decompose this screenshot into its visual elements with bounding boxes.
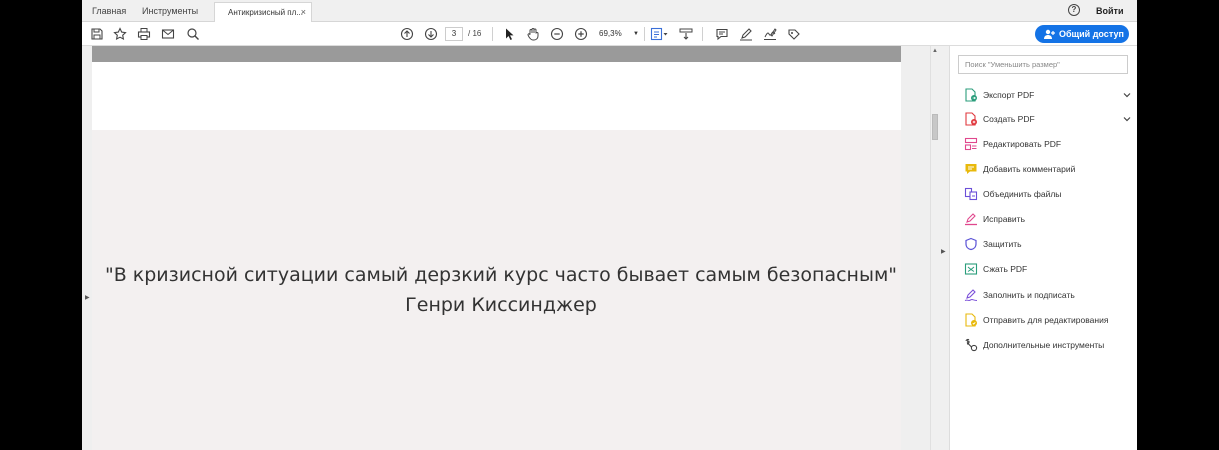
create-pdf-icon <box>964 112 978 126</box>
redact-icon <box>964 212 978 226</box>
tool-export-pdf[interactable]: Экспорт PDF <box>964 87 1132 103</box>
previous-page-icon[interactable] <box>400 27 414 41</box>
comment-icon[interactable] <box>715 27 729 41</box>
vertical-scrollbar[interactable]: ▲ <box>930 46 939 450</box>
fit-page-icon[interactable] <box>650 27 668 41</box>
select-cursor-icon[interactable] <box>502 27 516 41</box>
tab-bar: Главная Инструменты Антикризисный пл... … <box>82 0 1137 23</box>
page-header-band <box>92 46 901 62</box>
document-view[interactable]: ▶ "В кризисной ситуации самый дерзкий ку… <box>82 46 930 450</box>
chevron-down-icon: ▼ <box>633 31 639 37</box>
toolbar-divider <box>644 27 645 41</box>
pdf-page <box>92 46 901 450</box>
page-white-band <box>92 62 901 130</box>
share-label: Общий доступ <box>1059 29 1124 39</box>
tab-tools[interactable]: Инструменты <box>142 0 198 22</box>
tool-label: Объединить файлы <box>983 189 1062 199</box>
tool-label: Добавить комментарий <box>983 164 1076 174</box>
share-button[interactable]: Общий доступ <box>1035 25 1129 43</box>
search-icon[interactable] <box>186 27 200 41</box>
tool-label: Дополнительные инструменты <box>983 340 1105 350</box>
stamp-icon[interactable] <box>787 27 801 41</box>
send-review-icon <box>964 313 978 327</box>
tool-label: Экспорт PDF <box>983 90 1035 100</box>
toolbar-divider <box>492 27 493 41</box>
star-icon[interactable] <box>113 27 127 41</box>
tab-home[interactable]: Главная <box>92 0 126 22</box>
tool-edit-pdf[interactable]: Редактировать PDF <box>964 136 1132 152</box>
chevron-down-icon[interactable] <box>1122 114 1132 124</box>
tool-label: Сжать PDF <box>983 264 1028 274</box>
tool-label: Создать PDF <box>983 114 1035 124</box>
acrobat-window: Главная Инструменты Антикризисный пл... … <box>82 0 1137 450</box>
tool-combine-files[interactable]: Объединить файлы <box>964 186 1132 202</box>
sign-icon[interactable] <box>763 27 777 41</box>
tool-label: Исправить <box>983 214 1026 224</box>
more-tools-icon <box>964 338 978 352</box>
zoom-select[interactable]: 69,3% ▼ <box>599 27 639 41</box>
export-pdf-icon <box>964 88 978 102</box>
zoom-in-icon[interactable] <box>574 27 588 41</box>
tool-more-tools[interactable]: Дополнительные инструменты <box>964 337 1132 353</box>
protect-icon <box>964 237 978 251</box>
tools-search-input[interactable]: Поиск "Уменьшить размер" <box>958 55 1128 74</box>
page-number-input[interactable]: 3 <box>445 27 463 41</box>
next-page-icon[interactable] <box>424 27 438 41</box>
toolbar: 3 / 16 69,3% ▼ Общий доступ <box>82 22 1137 46</box>
fill-sign-icon <box>964 288 978 302</box>
print-icon[interactable] <box>137 27 151 41</box>
login-button[interactable]: Войти <box>1096 0 1123 22</box>
tool-redact[interactable]: Исправить <box>964 211 1132 227</box>
tab-document[interactable]: Антикризисный пл... × <box>214 2 312 23</box>
quote-text: "В кризисной ситуации самый дерзкий курс… <box>104 264 898 286</box>
document-tab-label: Антикризисный пл... <box>228 8 303 17</box>
scrollbar-thumb[interactable] <box>932 114 938 140</box>
tool-create-pdf[interactable]: Создать PDF <box>964 111 1132 127</box>
email-icon[interactable] <box>161 27 175 41</box>
tool-send-for-review[interactable]: Отправить для редактирования <box>964 312 1132 328</box>
highlight-pen-icon[interactable] <box>739 27 753 41</box>
quote-author: Генри Киссинджер <box>405 294 597 316</box>
edit-pdf-icon <box>964 137 978 151</box>
compress-pdf-icon <box>964 262 978 276</box>
tool-label: Заполнить и подписать <box>983 290 1075 300</box>
tool-compress-pdf[interactable]: Сжать PDF <box>964 261 1132 277</box>
tool-label: Защитить <box>983 239 1022 249</box>
add-user-icon <box>1044 29 1055 39</box>
tools-panel: Поиск "Уменьшить размер" Экспорт PDF Соз… <box>949 46 1137 450</box>
page-total: / 16 <box>468 29 482 38</box>
tool-label: Редактировать PDF <box>983 139 1062 149</box>
tool-label: Отправить для редактирования <box>983 315 1109 325</box>
scroll-mode-icon[interactable] <box>679 27 693 41</box>
toolbar-divider <box>702 27 703 41</box>
combine-files-icon <box>964 187 978 201</box>
chevron-down-icon[interactable] <box>1122 90 1132 100</box>
collapse-right-panel-icon[interactable]: ▶ <box>941 248 946 255</box>
help-icon[interactable]: ? <box>1068 4 1080 16</box>
tool-add-comment[interactable]: Добавить комментарий <box>964 161 1132 177</box>
hand-tool-icon[interactable] <box>526 27 540 41</box>
scroll-up-icon[interactable]: ▲ <box>932 48 938 54</box>
zoom-value: 69,3% <box>599 29 622 38</box>
close-icon[interactable]: × <box>301 3 306 22</box>
tool-fill-sign[interactable]: Заполнить и подписать <box>964 287 1132 303</box>
zoom-out-icon[interactable] <box>550 27 564 41</box>
save-icon[interactable] <box>90 27 104 41</box>
comment-icon <box>964 162 978 176</box>
tool-protect[interactable]: Защитить <box>964 236 1132 252</box>
